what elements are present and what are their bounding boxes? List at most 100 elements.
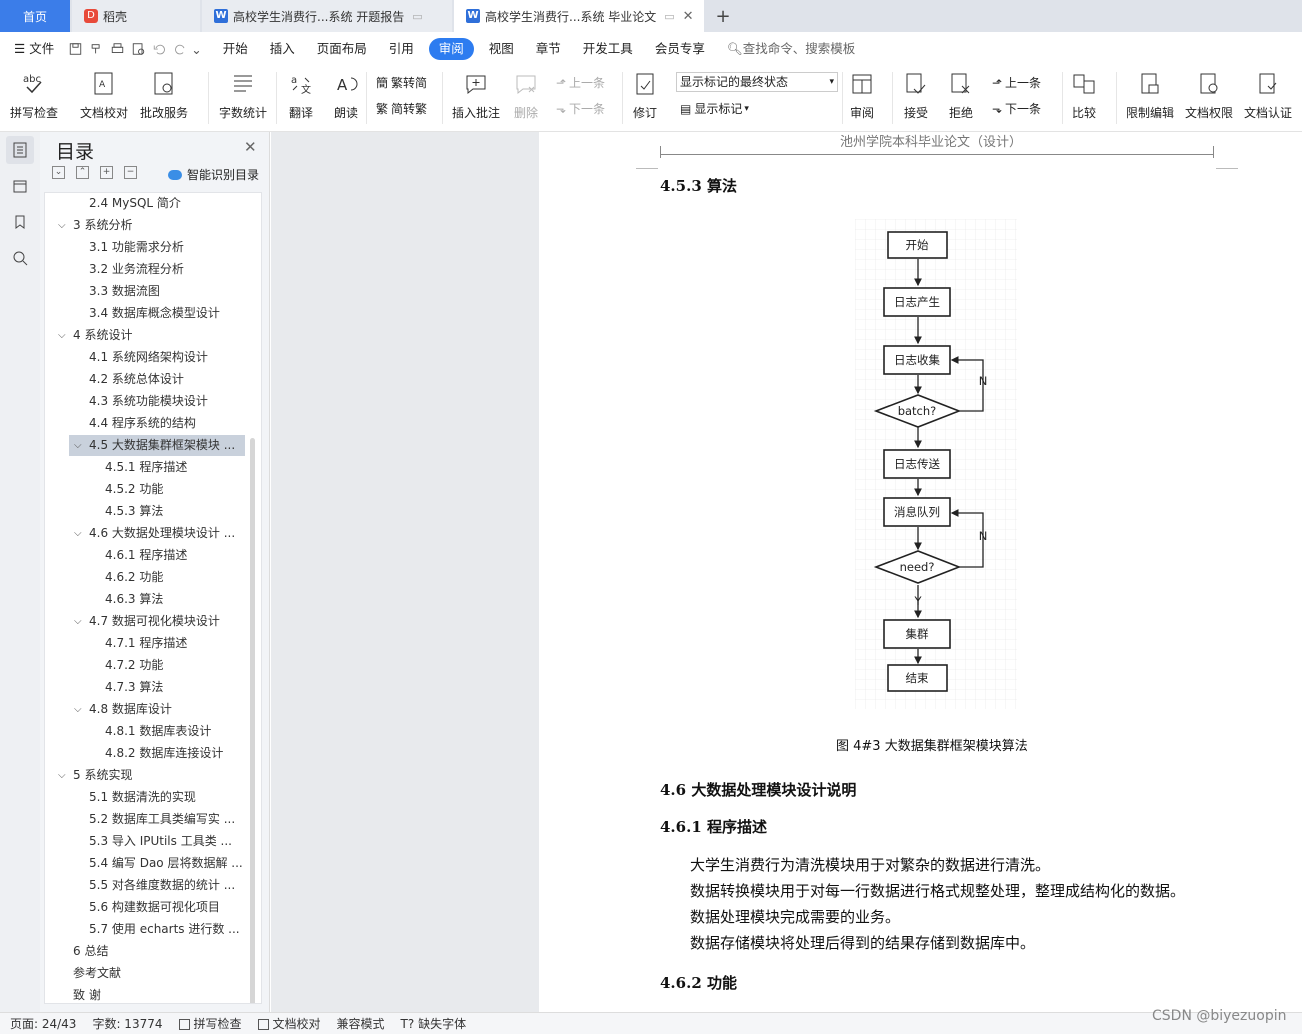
toc-item[interactable]: ⌵ 4 系统设计	[45, 325, 245, 346]
accept-button[interactable]: 接受	[902, 70, 930, 121]
toc-item[interactable]: 4.7.2 功能	[45, 655, 245, 676]
reject-button[interactable]: 拒绝	[947, 70, 975, 121]
toc-item[interactable]: ⌵ 4.5 大数据集群框架模块 ...	[69, 435, 245, 456]
tab-doc-proposal[interactable]: W 高校学生消费行...系统 开题报告 ▭	[202, 0, 452, 32]
file-menu[interactable]: ☰ 文件	[0, 38, 65, 60]
page-indicator[interactable]: 页面: 24/43	[10, 1015, 76, 1032]
toc-item[interactable]: 致 谢	[45, 985, 245, 1003]
tab-doc-thesis[interactable]: W 高校学生消费行...系统 毕业论文 ▭ ✕	[454, 0, 704, 32]
chevron-down-icon[interactable]: ⌵	[74, 699, 86, 720]
status-proofread[interactable]: 文档校对	[257, 1015, 321, 1032]
read-aloud-button[interactable]: A 朗读	[332, 70, 360, 121]
menu-start[interactable]: 开始	[212, 38, 259, 60]
chevron-down-icon[interactable]: ⌵	[58, 765, 70, 786]
print-preview-icon[interactable]	[130, 42, 147, 56]
toc-item[interactable]: 4.5.1 程序描述	[45, 457, 245, 478]
chevron-down-icon[interactable]: ⌵	[74, 523, 86, 544]
toc-item[interactable]: 4.6.3 算法	[45, 589, 245, 610]
bookmark-icon[interactable]	[10, 212, 30, 232]
toc-item[interactable]: 4.2 系统总体设计	[45, 369, 245, 390]
trad-to-simp-button[interactable]: 簡繁转简	[376, 74, 427, 91]
remove-heading-icon[interactable]: −	[124, 166, 137, 179]
toc-item[interactable]: ⌵ 4.7 数据可视化模块设计	[45, 611, 245, 632]
prev-change-button[interactable]: ⬏ 上一条	[992, 74, 1041, 91]
toc-item[interactable]: ⌵ 5 系统实现	[45, 765, 245, 786]
expand-up-icon[interactable]: ⌃	[76, 166, 89, 179]
print-icon[interactable]	[109, 42, 126, 56]
toc-item[interactable]: 2.4 MySQL 简介	[45, 193, 245, 214]
word-count-button[interactable]: 字数统计	[219, 70, 267, 121]
toc-item[interactable]: 5.3 导入 IPUtils 工具类 ...	[45, 831, 245, 852]
toc-item[interactable]: 4.6.2 功能	[45, 567, 245, 588]
chevron-down-icon[interactable]: ⌵	[58, 215, 70, 236]
toc-item[interactable]: 4.7.3 算法	[45, 677, 245, 698]
toc-item[interactable]: 5.2 数据库工具类编写实 ...	[45, 809, 245, 830]
translate-button[interactable]: a 文翻译	[287, 70, 315, 121]
next-change-button[interactable]: ⬎ 下一条	[992, 100, 1041, 117]
review-pane-button[interactable]: 审阅	[848, 70, 876, 121]
next-comment-button[interactable]: ⬎ 下一条	[556, 100, 605, 117]
simp-to-trad-button[interactable]: 繁简转繁	[376, 100, 427, 117]
chevron-down-icon[interactable]: ⌵	[74, 435, 86, 456]
tab-daoke[interactable]: D 稻壳	[72, 0, 200, 32]
format-painter-icon[interactable]	[88, 42, 105, 56]
close-icon[interactable]: ✕	[244, 138, 257, 156]
add-heading-icon[interactable]: +	[100, 166, 113, 179]
command-search[interactable]: 🔍︎查找命令、搜索模板	[716, 38, 866, 60]
chevron-down-icon[interactable]: ⌵	[58, 325, 70, 346]
menu-review[interactable]: 审阅	[428, 38, 474, 60]
toc-item[interactable]: 4.8.1 数据库表设计	[45, 721, 245, 742]
close-icon[interactable]: ✕	[683, 9, 694, 24]
toc-item[interactable]: 4.7.1 程序描述	[45, 633, 245, 654]
toc-item[interactable]: 4.3 系统功能模块设计	[45, 391, 245, 412]
spell-check-button[interactable]: abc 拼写检查	[10, 70, 58, 121]
prev-comment-button[interactable]: ⬏ 上一条	[556, 74, 605, 91]
toc-item[interactable]: 3.4 数据库概念模型设计	[45, 303, 245, 324]
toc-item[interactable]: ⌵ 4.6 大数据处理模块设计 ...	[45, 523, 245, 544]
batch-service-button[interactable]: 批改服务	[140, 70, 188, 121]
menu-reference[interactable]: 引用	[378, 38, 425, 60]
insert-comment-button[interactable]: 插入批注	[452, 70, 500, 121]
toc-item[interactable]: ⌵ 4.8 数据库设计	[45, 699, 245, 720]
menu-insert[interactable]: 插入	[259, 38, 306, 60]
toc-panel-icon[interactable]	[6, 136, 34, 164]
undo-icon[interactable]	[151, 42, 168, 56]
toc-item[interactable]: 5.5 对各维度数据的统计 ...	[45, 875, 245, 896]
missing-font-button[interactable]: T? 缺失字体	[401, 1015, 467, 1032]
monitor-icon[interactable]: ▭	[664, 10, 674, 23]
monitor-icon[interactable]: ▭	[412, 10, 422, 23]
smart-toc-button[interactable]: 智能识别目录	[168, 166, 259, 183]
toc-item[interactable]: ⌵ 3 系统分析	[45, 215, 245, 236]
menu-devtools[interactable]: 开发工具	[572, 38, 644, 60]
toc-item[interactable]: 3.1 功能需求分析	[45, 237, 245, 258]
toc-item[interactable]: 4.4 程序系统的结构	[45, 413, 245, 434]
menu-member[interactable]: 会员专享	[644, 38, 716, 60]
toc-item[interactable]: 6 总结	[45, 941, 245, 962]
track-changes-button[interactable]: 修订	[631, 70, 659, 121]
toc-item[interactable]: 3.3 数据流图	[45, 281, 245, 302]
toc-item[interactable]: 3.2 业务流程分析	[45, 259, 245, 280]
toc-item[interactable]: 4.1 系统网络架构设计	[45, 347, 245, 368]
word-count-indicator[interactable]: 字数: 13774	[92, 1015, 162, 1032]
menu-chapter[interactable]: 章节	[525, 38, 572, 60]
save-icon[interactable]	[67, 42, 84, 56]
toc-item[interactable]: 5.6 构建数据可视化项目	[45, 897, 245, 918]
compare-button[interactable]: 比较	[1070, 70, 1098, 121]
markup-state-select[interactable]: 显示标记的最终状态 ▾	[676, 72, 838, 92]
toc-item[interactable]: 参考文献	[45, 963, 245, 984]
restrict-edit-button[interactable]: 限制编辑	[1126, 70, 1174, 121]
tab-home[interactable]: 首页	[0, 0, 70, 32]
toc-item[interactable]: 5.4 编写 Dao 层将数据解 ...	[45, 853, 245, 874]
new-tab-button[interactable]: +	[708, 0, 738, 32]
delete-comment-button[interactable]: 删除	[512, 70, 540, 121]
toc-item[interactable]: 4.5.2 功能	[45, 479, 245, 500]
search-icon[interactable]	[10, 248, 30, 268]
redo-icon[interactable]	[172, 42, 189, 56]
collapse-all-icon[interactable]: ⌄	[52, 166, 65, 179]
quick-access-more-icon[interactable]: ⌄	[191, 42, 201, 57]
chevron-down-icon[interactable]: ⌵	[74, 611, 86, 632]
toc-item[interactable]: 4.5.3 算法	[45, 501, 245, 522]
toc-item[interactable]: 5.1 数据清洗的实现	[45, 787, 245, 808]
toc-item[interactable]: 5.7 使用 echarts 进行数 ...	[45, 919, 245, 940]
show-markup-button[interactable]: ▤ 显示标记 ▾	[680, 100, 749, 117]
